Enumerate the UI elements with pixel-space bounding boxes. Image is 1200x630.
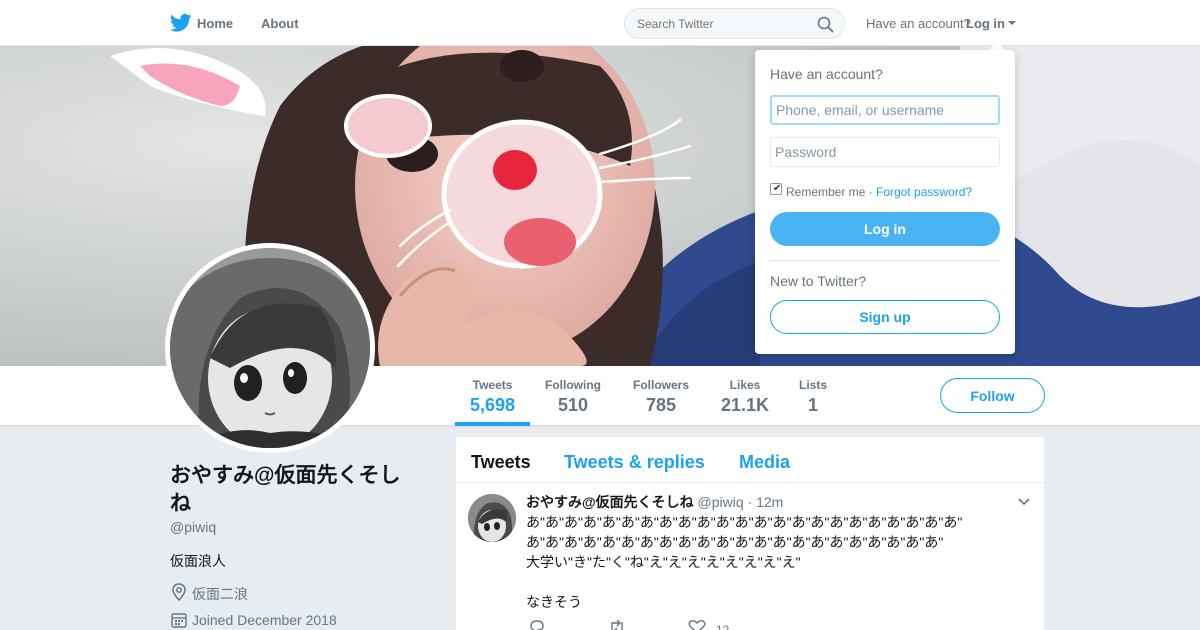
stat-value: 785 — [645, 395, 677, 415]
timeline: Tweets Tweets & replies Media おやすみ@仮面先くそ… — [456, 437, 1044, 630]
remember-me-label[interactable]: Remember me · — [786, 185, 873, 199]
stat-label: Following — [545, 378, 601, 392]
login-button[interactable]: Log in — [770, 212, 1000, 246]
tweet-header: おやすみ@仮面先くそしね @piwiq · 12m — [526, 492, 783, 512]
stat-value: 1 — [808, 395, 819, 415]
search-input[interactable] — [637, 17, 807, 31]
nav-about-link[interactable]: About — [261, 16, 299, 31]
login-dropdown-toggle[interactable]: Log in — [966, 16, 1005, 31]
divider — [770, 260, 1000, 261]
tab-tweets-and-replies[interactable]: Tweets & replies — [564, 452, 705, 473]
stat-lists[interactable]: Lists 1 — [799, 378, 827, 416]
location-pin-icon — [172, 583, 186, 601]
password-field[interactable] — [770, 137, 1000, 167]
signup-button[interactable]: Sign up — [770, 300, 1000, 334]
stat-value: 510 — [557, 395, 589, 415]
active-tab-indicator — [455, 422, 530, 426]
tweet-avatar[interactable] — [468, 494, 516, 542]
twitter-bird-icon[interactable] — [170, 13, 192, 33]
calendar-icon — [171, 613, 187, 628]
tweet-text: あ"あ"あ"あ"あ"あ"あ"あ"あ"あ"あ"あ"あ"あ"あ"あ"あ"あ"あ"あ"… — [526, 514, 963, 610]
tab-media[interactable]: Media — [739, 452, 790, 473]
login-dropdown-title: Have an account? — [770, 66, 883, 82]
timeline-tabs: Tweets Tweets & replies Media — [456, 437, 1044, 483]
stat-label: Lists — [799, 378, 828, 392]
follow-button[interactable]: Follow — [940, 378, 1045, 413]
forgot-password-link[interactable]: Forgot password? — [876, 185, 972, 199]
tweet-author-name[interactable]: おやすみ@仮面先くそしね — [526, 494, 694, 510]
stat-label: Tweets — [472, 378, 513, 392]
like-heart-icon[interactable] — [688, 620, 706, 630]
profile-location: 仮面二浪 — [192, 586, 248, 602]
dropdown-arrow — [989, 42, 1005, 50]
chevron-down-icon[interactable] — [1008, 21, 1016, 25]
chevron-down-icon[interactable] — [1018, 498, 1030, 506]
stat-following[interactable]: Following 510 — [545, 378, 601, 416]
search-box[interactable] — [624, 8, 845, 39]
retweet-icon[interactable] — [608, 620, 626, 630]
stat-value: 21.1K — [721, 395, 770, 415]
remember-me-checkbox[interactable]: ✔ — [770, 183, 782, 195]
stat-tweets[interactable]: Tweets 5,698 — [470, 378, 515, 416]
have-account-text: Have an account? — [866, 16, 971, 31]
top-nav: Home About Have an account? Log in — [0, 0, 1200, 46]
profile-display-name[interactable]: おやすみ@仮面先くそしね — [170, 462, 420, 518]
login-dropdown: Have an account? ✔ Remember me · Forgot … — [755, 50, 1015, 354]
checkmark-icon: ✔ — [773, 183, 782, 194]
reply-icon[interactable] — [528, 620, 546, 630]
stat-followers[interactable]: Followers 785 — [633, 378, 689, 416]
stat-likes[interactable]: Likes 21.1K — [721, 378, 769, 416]
avatar-image — [170, 248, 370, 448]
tweet-timestamp[interactable]: · 12m — [748, 494, 784, 510]
avatar[interactable] — [165, 243, 375, 453]
search-icon[interactable] — [817, 16, 834, 33]
stat-label: Followers — [633, 378, 690, 392]
tweet-author-handle[interactable]: @piwiq — [698, 494, 744, 510]
profile-joined-date: Joined December 2018 — [192, 612, 337, 628]
nav-home-link[interactable]: Home — [197, 16, 233, 31]
profile-bio: 仮面浪人 — [170, 553, 226, 569]
like-count: 12 — [716, 623, 730, 630]
tab-tweets[interactable]: Tweets — [471, 452, 531, 473]
stat-label: Likes — [729, 378, 761, 392]
stat-value: 5,698 — [470, 395, 516, 415]
username-field[interactable] — [770, 95, 1000, 125]
new-to-twitter-text: New to Twitter? — [770, 273, 867, 289]
profile-handle[interactable]: @piwiq — [170, 519, 216, 535]
tweet-avatar-image — [468, 494, 516, 542]
